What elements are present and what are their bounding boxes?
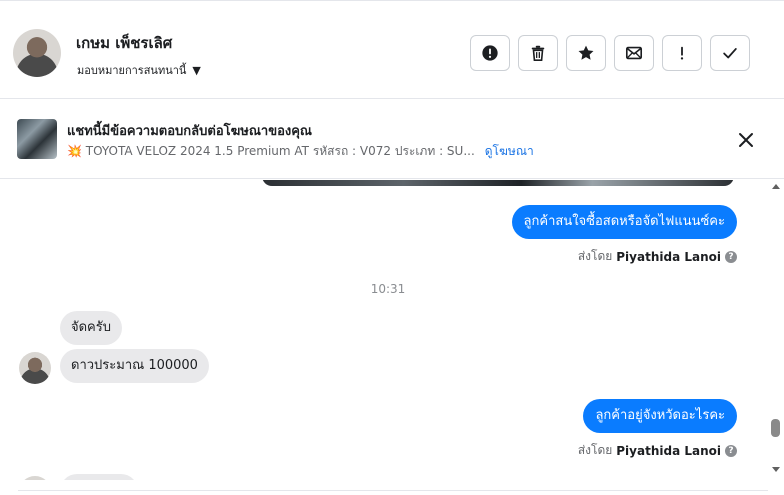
image-attachment[interactable]: [262, 180, 734, 186]
assign-conversation-dropdown[interactable]: มอบหมายการสนทนานี้ ▼: [77, 61, 201, 79]
follow-up-button[interactable]: [662, 35, 702, 71]
ad-thumbnail[interactable]: [17, 119, 57, 159]
message-list: ลูกค้าสนใจซื้อสดหรือจัดไฟแนนซ์คะ ส่งโดย …: [0, 180, 768, 480]
conversation-header: เกษม เพ็ชรเลิศ มอบหมายการสนทนานี้ ▼: [0, 0, 784, 99]
sent-by-label: ส่งโดย Piyathida Lanoi ?: [578, 247, 737, 266]
scroll-up-arrow-icon[interactable]: [772, 184, 780, 189]
incoming-message[interactable]: จัดครับ: [60, 311, 122, 345]
header-actions: [470, 35, 750, 71]
avatar[interactable]: [13, 29, 61, 77]
caret-down-icon: ▼: [192, 63, 201, 77]
sent-by-prefix: ส่งโดย: [577, 249, 613, 263]
incoming-message[interactable]: ดาวประมาณ 100000: [60, 349, 209, 383]
trash-icon: [531, 45, 545, 62]
sender-name: Piyathida Lanoi: [616, 249, 721, 264]
assign-label: มอบหมายการสนทนานี้: [77, 64, 187, 77]
avatar[interactable]: [19, 476, 51, 480]
view-ad-link[interactable]: ดูโฆษณา: [485, 144, 534, 158]
sent-by-prefix: ส่งโดย: [577, 443, 613, 457]
incoming-message[interactable]: [60, 474, 138, 480]
ad-banner-title: แชทนี้มีข้อความตอบกลับต่อโฆษณาของคุณ: [67, 124, 312, 139]
mark-done-button[interactable]: [710, 35, 750, 71]
exclamation-circle-icon: [482, 45, 498, 61]
contact-name[interactable]: เกษม เพ็ชรเลิศ: [76, 31, 172, 55]
ad-banner-subtitle: 💥 TOYOTA VELOZ 2024 1.5 Premium AT รหัสร…: [67, 142, 534, 161]
delete-button[interactable]: [518, 35, 558, 71]
scroll-thumb[interactable]: [771, 419, 780, 437]
ad-description: 💥 TOYOTA VELOZ 2024 1.5 Premium AT รหัสร…: [67, 144, 475, 158]
avatar[interactable]: [19, 352, 51, 384]
envelope-icon: [625, 46, 643, 60]
scrollbar[interactable]: [768, 180, 784, 480]
spam-button[interactable]: [470, 35, 510, 71]
check-icon: [723, 48, 737, 59]
star-icon: [578, 45, 594, 60]
scroll-down-arrow-icon[interactable]: [772, 467, 780, 472]
close-icon: [739, 133, 753, 147]
exclamation-icon: [680, 46, 684, 60]
outgoing-message[interactable]: ลูกค้าอยู่จังหวัดอะไรคะ: [583, 399, 737, 433]
sent-by-label: ส่งโดย Piyathida Lanoi ?: [578, 441, 737, 460]
timestamp: 10:31: [370, 282, 406, 296]
outgoing-message[interactable]: ลูกค้าสนใจซื้อสดหรือจัดไฟแนนซ์คะ: [511, 205, 737, 239]
ad-reply-banner: แชทนี้มีข้อความตอบกลับต่อโฆษณาของคุณ 💥 T…: [0, 99, 784, 179]
composer-divider: [18, 490, 768, 495]
sender-name: Piyathida Lanoi: [616, 443, 721, 458]
mark-unread-button[interactable]: [614, 35, 654, 71]
help-icon[interactable]: ?: [725, 250, 737, 263]
star-button[interactable]: [566, 35, 606, 71]
help-icon[interactable]: ?: [725, 444, 737, 457]
close-banner-button[interactable]: [734, 128, 758, 152]
